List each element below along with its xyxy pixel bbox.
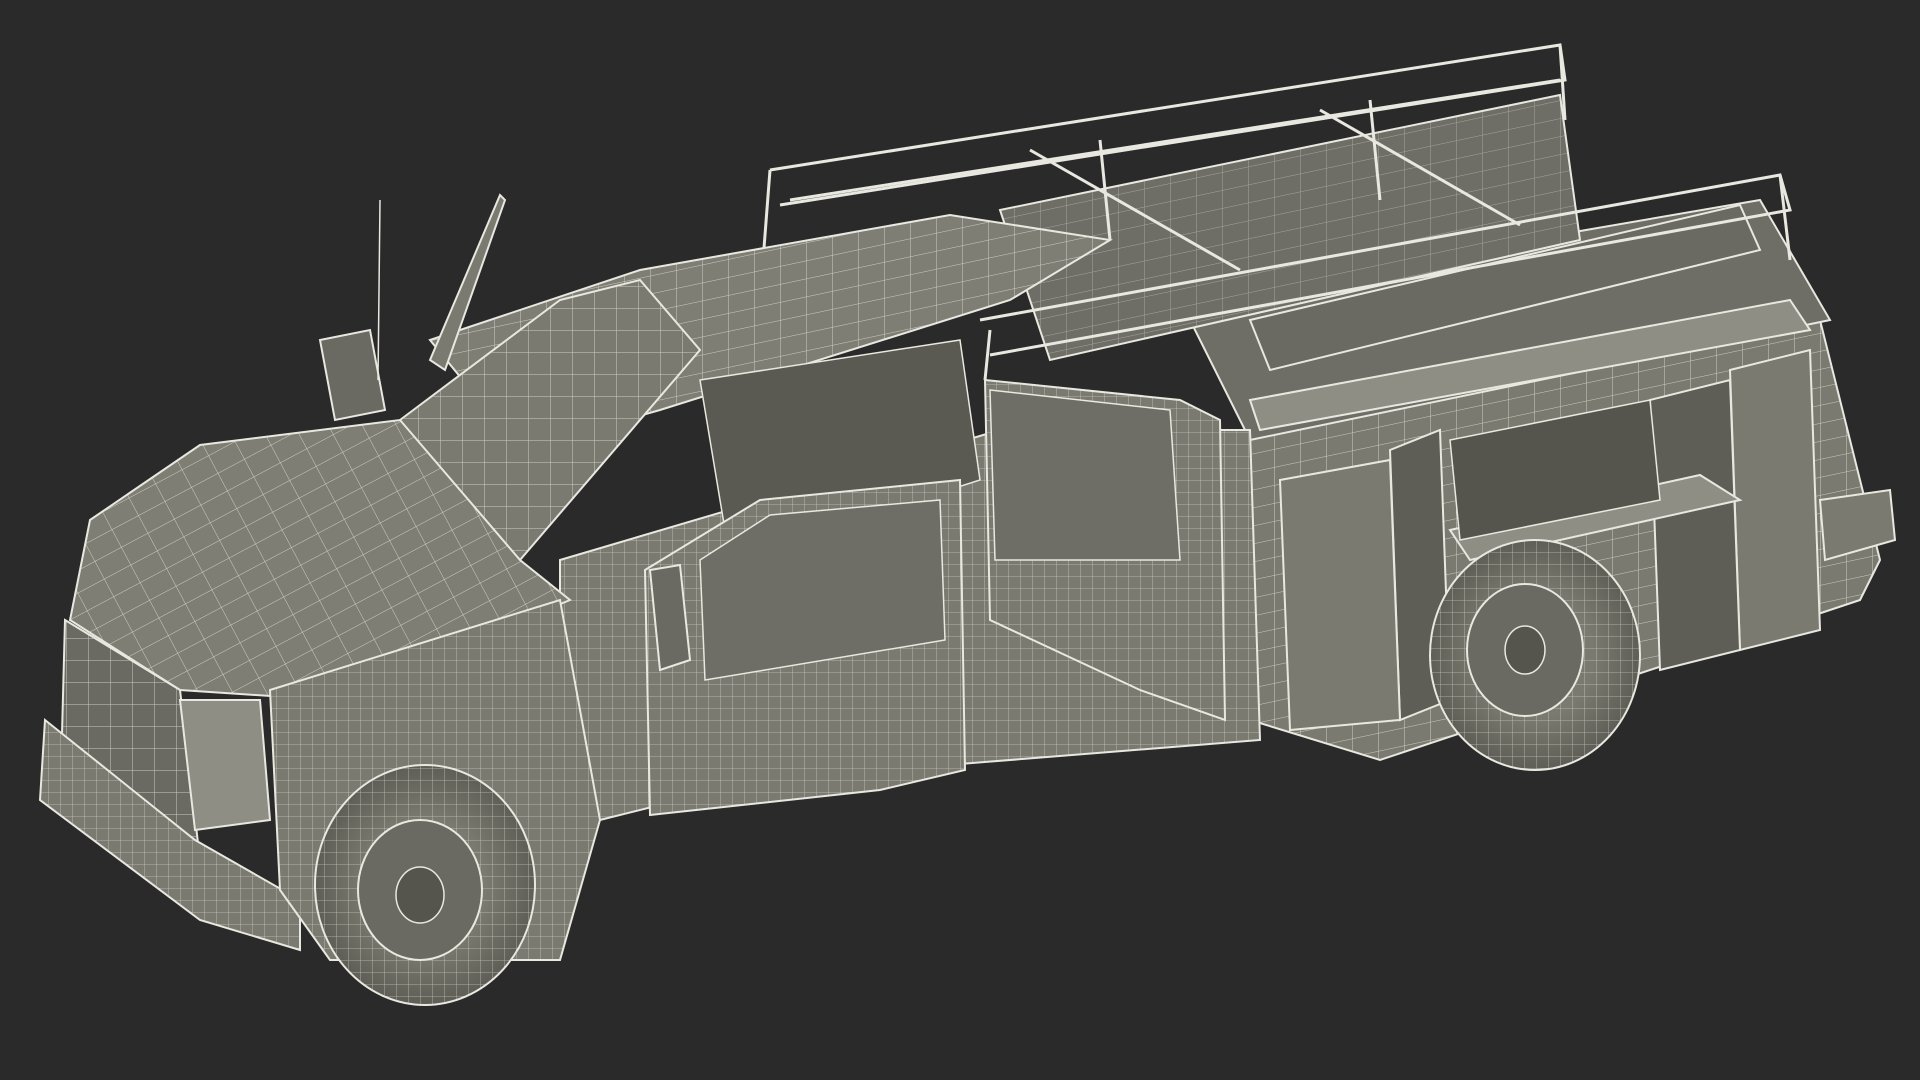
front-wheel — [314, 764, 536, 1006]
rear-wheel — [1429, 539, 1641, 771]
wireframe-truck-render — [38, 43, 1897, 1006]
render-viewport — [0, 0, 1920, 1080]
